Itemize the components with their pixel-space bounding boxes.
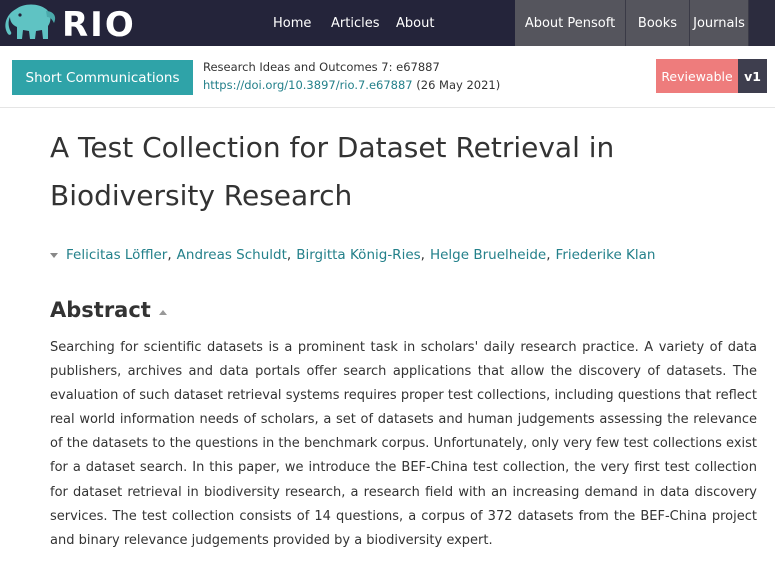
version-badge[interactable]: v1 xyxy=(738,59,767,93)
citation-block: Research Ideas and Outcomes 7: e67887 ht… xyxy=(203,58,500,94)
article-type-button[interactable]: Short Communications xyxy=(12,60,193,95)
nav-about[interactable]: About xyxy=(396,16,434,31)
rio-logo[interactable]: RIO xyxy=(2,0,154,46)
doi-link[interactable]: https://doi.org/10.3897/rio.7.e67887 xyxy=(203,78,413,92)
nav-articles[interactable]: Articles xyxy=(331,16,379,31)
nav-end-block xyxy=(748,0,775,46)
top-navigation-bar: RIO Home Articles About About Pensoft Bo… xyxy=(0,0,775,46)
article-title: A Test Collection for Dataset Retrieval … xyxy=(50,131,615,212)
doi-line: https://doi.org/10.3897/rio.7.e67887 (26… xyxy=(203,76,500,94)
caret-up-icon[interactable] xyxy=(158,309,167,315)
abstract-heading[interactable]: Abstract xyxy=(50,296,167,324)
authors-list: Felicitas Löffler, Andreas Schuldt, Birg… xyxy=(50,246,655,264)
article-info-bar: Short Communications Research Ideas and … xyxy=(0,46,775,108)
reviewable-badge[interactable]: Reviewable xyxy=(656,59,738,93)
rio-wordmark: RIO xyxy=(62,6,136,40)
nav-home[interactable]: Home xyxy=(273,16,311,31)
abstract-heading-label: Abstract xyxy=(50,298,151,322)
publisher-nav: About Pensoft Books Journals xyxy=(515,0,775,46)
author-link[interactable]: Felicitas Löffler xyxy=(66,246,167,264)
caret-down-icon[interactable] xyxy=(50,252,58,258)
author-link[interactable]: Birgitta König-Ries xyxy=(296,246,420,264)
nav-journals[interactable]: Journals xyxy=(689,0,748,46)
author-link[interactable]: Andreas Schuldt xyxy=(177,246,287,264)
author-link[interactable]: Helge Bruelheide xyxy=(430,246,546,264)
publication-date: (26 May 2021) xyxy=(412,78,501,92)
abstract-text: Searching for scientific datasets is a p… xyxy=(50,340,757,548)
author-link[interactable]: Friederike Klan xyxy=(556,246,656,264)
nav-books[interactable]: Books xyxy=(625,0,689,46)
elephant-icon xyxy=(5,4,56,39)
logo-text: RIO xyxy=(62,6,136,40)
nav-about-pensoft[interactable]: About Pensoft xyxy=(515,0,625,46)
journal-line: Research Ideas and Outcomes 7: e67887 xyxy=(203,60,440,74)
